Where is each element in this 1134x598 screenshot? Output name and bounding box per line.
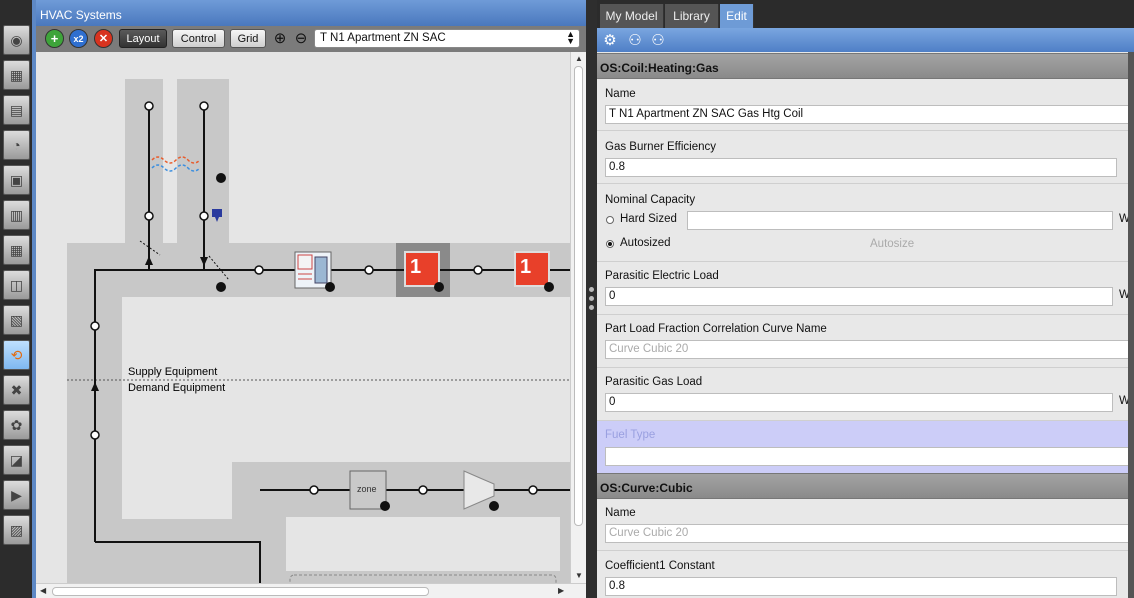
- building-construction-icon[interactable]: ▤: [3, 95, 30, 125]
- field-parasitic-gas-load: Parasitic Gas Load 0 W: [597, 370, 1134, 421]
- facility-icon[interactable]: ▦: [3, 235, 30, 265]
- horizontal-scroll-thumb[interactable]: [52, 587, 429, 596]
- globe-icon[interactable]: ◉: [3, 25, 30, 55]
- duplicate-system-button[interactable]: x2: [69, 29, 88, 48]
- plf-curve-label: Part Load Fraction Correlation Curve Nam…: [605, 323, 827, 335]
- zoom-in-icon[interactable]: ⊕: [271, 28, 289, 48]
- layout-button[interactable]: Layout: [119, 29, 167, 48]
- measures-icon[interactable]: ✖: [3, 375, 30, 405]
- section-header-curve: OS:Curve:Cubic: [597, 473, 1134, 499]
- demand-zone-area: [286, 517, 560, 571]
- field-fuel-type: Fuel Type: [597, 421, 1134, 474]
- coefficient1-label: Coefficient1 Constant: [605, 560, 715, 572]
- supply-equipment-label: Supply Equipment: [128, 366, 218, 378]
- curve-name-input[interactable]: Curve Cubic 20: [605, 524, 1129, 543]
- gas-efficiency-label: Gas Burner Efficiency: [605, 141, 717, 153]
- tab-library[interactable]: Library: [665, 4, 719, 28]
- coil-icon-glyph: 1: [520, 256, 532, 278]
- right-panel: My Model Library Edit ⚙ ⚇ ⚇ OS:Coil:Heat…: [597, 0, 1134, 598]
- right-tabbar: My Model Library Edit: [597, 0, 1134, 28]
- system-select[interactable]: T N1 Apartment ZN SAC ▲ ▼: [314, 29, 580, 48]
- canvas-horizontal-scrollbar[interactable]: ◀ ▶: [36, 583, 586, 598]
- field-name: Name T N1 Apartment ZN SAC Gas Htg Coil: [597, 80, 1134, 131]
- gear-icon[interactable]: ⚙: [601, 31, 619, 49]
- settings-icon[interactable]: ✿: [3, 410, 30, 440]
- name-input[interactable]: T N1 Apartment ZN SAC Gas Htg Coil: [605, 105, 1129, 124]
- app-window: ◉ ▦ ▤ ◔ ▣ ▥ ▦ ◫ ▧ ⟲ ✖ ✿ ◪ ▶ ▨ HVAC Syste…: [0, 0, 1134, 598]
- hvac-diagram: [67, 79, 570, 583]
- add-system-button[interactable]: +: [45, 29, 64, 48]
- gauge-icon[interactable]: ◔: [3, 130, 30, 160]
- demand-equipment-label: Demand Equipment: [128, 382, 226, 394]
- zones-icon[interactable]: ▧: [3, 305, 30, 335]
- select-arrows-icon: ▲ ▼: [566, 29, 575, 46]
- parasitic-electric-label: Parasitic Electric Load: [605, 270, 719, 282]
- hvac-layout-canvas[interactable]: 1 1 zone Supply Equipment Demand Equipme…: [36, 52, 570, 583]
- zone-label: zone: [357, 484, 377, 494]
- geometry-icon[interactable]: ◫: [3, 270, 30, 300]
- scroll-right-icon[interactable]: ▶: [558, 586, 564, 595]
- unitary-component-icon[interactable]: [294, 251, 332, 289]
- fuel-type-input[interactable]: [605, 447, 1129, 466]
- name-label: Name: [605, 88, 636, 100]
- space-types-icon[interactable]: ▥: [3, 200, 30, 230]
- hvac-panel-title: HVAC Systems: [36, 0, 586, 26]
- tab-edit[interactable]: Edit: [720, 4, 754, 28]
- system-select-value: T N1 Apartment ZN SAC: [320, 32, 446, 44]
- scroll-left-icon[interactable]: ◀: [40, 586, 46, 595]
- field-curve-name: Name Curve Cubic 20: [597, 500, 1134, 551]
- calendar-icon[interactable]: ▦: [3, 60, 30, 90]
- curve-name-label: Name: [605, 507, 636, 519]
- hvac-icon[interactable]: ⟲: [3, 340, 30, 370]
- field-coefficient1: Coefficient1 Constant 0.8: [597, 553, 1134, 598]
- hvac-systems-panel: HVAC Systems + x2 ✕ Layout Control Grid …: [36, 0, 586, 598]
- control-button[interactable]: Control: [172, 29, 225, 48]
- coefficient1-input[interactable]: 0.8: [605, 577, 1117, 596]
- parasitic-gas-input[interactable]: 0: [605, 393, 1113, 412]
- plf-curve-input[interactable]: Curve Cubic 20: [605, 340, 1129, 359]
- fuel-type-label: Fuel Type: [605, 429, 656, 441]
- scroll-up-icon[interactable]: ▲: [575, 54, 583, 63]
- autosized-radio[interactable]: [606, 240, 614, 248]
- grid-button[interactable]: Grid: [230, 29, 266, 48]
- node-link-icon[interactable]: ⚇: [624, 31, 646, 49]
- loads-icon[interactable]: ▣: [3, 165, 30, 195]
- run-icon[interactable]: ▶: [3, 480, 30, 510]
- field-gas-burner-efficiency: Gas Burner Efficiency 0.8: [597, 133, 1134, 184]
- gas-efficiency-input[interactable]: 0.8: [605, 158, 1117, 177]
- section-header-coil: OS:Coil:Heating:Gas: [597, 53, 1134, 79]
- field-plf-curve: Part Load Fraction Correlation Curve Nam…: [597, 317, 1134, 368]
- hard-sized-input[interactable]: [687, 211, 1113, 230]
- tab-my-model[interactable]: My Model: [600, 4, 664, 28]
- field-nominal-capacity: Nominal Capacity Hard Sized W Autosized …: [597, 186, 1134, 262]
- hvac-toolbar: + x2 ✕ Layout Control Grid ⊕ ⊖ T N1 Apar…: [36, 26, 586, 52]
- hard-sized-radio[interactable]: [606, 216, 614, 224]
- hard-sized-label: Hard Sized: [620, 213, 677, 225]
- field-parasitic-electric-load: Parasitic Electric Load 0 W: [597, 264, 1134, 315]
- inspector-scrollbar[interactable]: [1128, 52, 1134, 598]
- autosize-button[interactable]: Autosize: [870, 238, 914, 250]
- panel-splitter[interactable]: [586, 0, 597, 598]
- oa-node-marker-icon[interactable]: [212, 209, 222, 217]
- zoom-out-icon[interactable]: ⊖: [292, 28, 310, 48]
- delete-system-button[interactable]: ✕: [94, 29, 113, 48]
- reports-icon[interactable]: ◪: [3, 445, 30, 475]
- results-icon[interactable]: ▨: [3, 515, 30, 545]
- autosized-label: Autosized: [620, 237, 671, 249]
- coil-icon-glyph: 1: [410, 256, 422, 278]
- inspector-iconbar: ⚙ ⚇ ⚇: [597, 28, 1134, 52]
- scroll-down-icon[interactable]: ▼: [575, 571, 583, 580]
- inspector: OS:Coil:Heating:Gas Name T N1 Apartment …: [597, 52, 1134, 598]
- left-sidebar: ◉ ▦ ▤ ◔ ▣ ▥ ▦ ◫ ▧ ⟲ ✖ ✿ ◪ ▶ ▨: [0, 0, 32, 598]
- parasitic-electric-input[interactable]: 0: [605, 287, 1113, 306]
- parasitic-gas-label: Parasitic Gas Load: [605, 376, 703, 388]
- node-unlink-icon[interactable]: ⚇: [647, 31, 669, 49]
- canvas-vertical-scrollbar[interactable]: ▲ ▼: [570, 52, 586, 583]
- nominal-capacity-label: Nominal Capacity: [605, 194, 696, 206]
- vertical-scroll-thumb[interactable]: [574, 66, 583, 526]
